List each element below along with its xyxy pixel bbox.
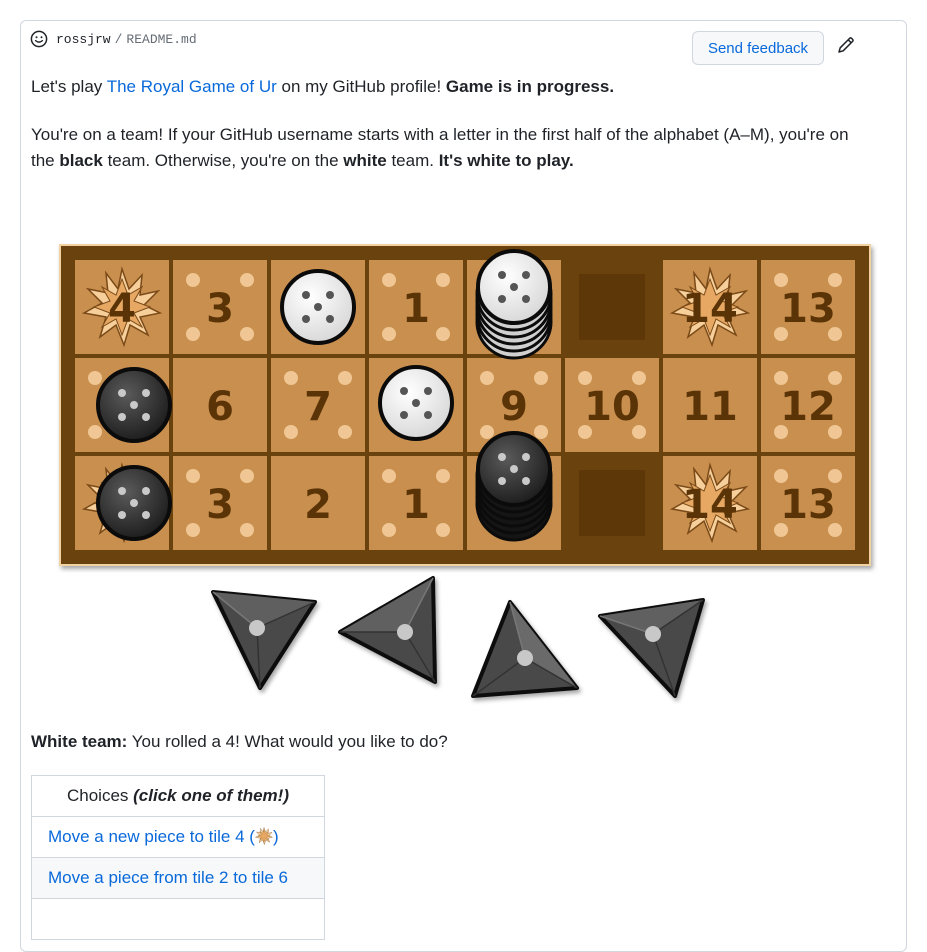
choice-cell: Move a new piece to tile 4 () xyxy=(31,816,325,858)
choice-cell: Move a piece from tile 2 to tile 6 xyxy=(31,857,325,899)
tile-number: 3 xyxy=(206,286,234,332)
tile-number: 14 xyxy=(682,286,738,332)
board-gap xyxy=(579,274,645,340)
choice-cell xyxy=(31,898,325,940)
dice-area xyxy=(211,576,705,698)
choice-move-piece-link[interactable]: Move a piece from tile 2 to tile 6 xyxy=(48,868,288,887)
choice-1-text: Move a new piece to tile 4 ( xyxy=(48,827,255,846)
die-1 xyxy=(211,590,317,690)
die-2 xyxy=(338,576,437,684)
team-text-3: team. xyxy=(386,151,439,170)
royal-game-of-ur-link[interactable]: The Royal Game of Ur xyxy=(107,77,277,96)
roll-message: White team: You rolled a 4! What would y… xyxy=(31,732,448,752)
intro-prefix: Let's play xyxy=(31,77,107,96)
tile-number: 2 xyxy=(304,482,332,528)
team-text-2: team. Otherwise, you're on the xyxy=(102,151,344,170)
intro-middle: on my GitHub profile! xyxy=(276,77,446,96)
tile-number: 6 xyxy=(206,384,234,430)
tile-number: 4 xyxy=(108,286,136,332)
intro-paragraph: Let's play The Royal Game of Ur on my Gi… xyxy=(31,76,614,98)
user-link[interactable]: rossjrw xyxy=(56,32,111,47)
die-4 xyxy=(598,598,705,698)
board-gap xyxy=(579,470,645,536)
black-piece xyxy=(96,465,172,541)
white-piece-stack-top xyxy=(476,249,552,325)
choices-header-text: Choices xyxy=(67,786,134,805)
black-piece xyxy=(96,367,172,443)
die-3 xyxy=(471,600,579,698)
tile-number: 14 xyxy=(682,482,738,528)
tile-number: 7 xyxy=(304,384,332,430)
choice-move-new-piece-link[interactable]: Move a new piece to tile 4 () xyxy=(48,827,279,846)
white-piece-stack xyxy=(475,249,553,360)
turn-indicator: It's white to play. xyxy=(438,151,574,170)
choices-header: Choices (click one of them!) xyxy=(31,775,325,817)
choice-row: Move a piece from tile 2 to tile 6 xyxy=(31,857,325,899)
tile-number: 13 xyxy=(780,286,836,332)
game-board: 4 3 1 14 13 6 7 9 10 11 12 3 2 1 14 13 xyxy=(59,244,871,566)
choice-1-close: ) xyxy=(272,827,279,846)
game-board-image: 4 3 1 14 13 6 7 9 10 11 12 3 2 1 14 13 xyxy=(40,225,890,580)
black-piece-stack-top xyxy=(476,431,552,507)
black-piece-stack xyxy=(475,431,553,542)
tile-number: 13 xyxy=(780,482,836,528)
readme-filename[interactable]: README.md xyxy=(126,32,196,47)
roll-team-label: White team: xyxy=(31,732,128,751)
team-paragraph: You're on a team! If your GitHub usernam… xyxy=(31,122,861,174)
white-piece xyxy=(280,269,356,345)
choices-header-row: Choices (click one of them!) xyxy=(31,775,325,817)
choices-header-hint: (click one of them!) xyxy=(133,786,289,805)
tile-number: 12 xyxy=(780,384,836,430)
tile-number: 1 xyxy=(402,482,430,528)
black-team-label: black xyxy=(59,151,103,170)
game-status: Game is in progress. xyxy=(445,77,615,96)
breadcrumb-separator: / xyxy=(114,31,123,47)
choice-row: Move a new piece to tile 4 () xyxy=(31,816,325,858)
rosette-icon xyxy=(255,827,273,845)
tile-number: 3 xyxy=(206,482,234,528)
readme-header: rossjrw / README.md xyxy=(30,30,197,48)
smiley-icon xyxy=(30,30,48,48)
white-team-label: white xyxy=(343,151,387,170)
dice-image xyxy=(185,570,725,715)
tile-number: 1 xyxy=(402,286,430,332)
tile-number: 10 xyxy=(584,384,640,430)
choices-table: Choices (click one of them!) Move a new … xyxy=(31,775,325,940)
tile-number: 9 xyxy=(500,384,528,430)
send-feedback-button[interactable]: Send feedback xyxy=(692,31,824,65)
choice-row xyxy=(31,898,325,940)
pencil-icon[interactable] xyxy=(836,35,856,55)
tile-number: 11 xyxy=(682,384,738,430)
white-piece xyxy=(378,365,454,441)
file-breadcrumb: rossjrw / README.md xyxy=(56,32,197,47)
roll-text: You rolled a 4! What would you like to d… xyxy=(127,732,448,751)
